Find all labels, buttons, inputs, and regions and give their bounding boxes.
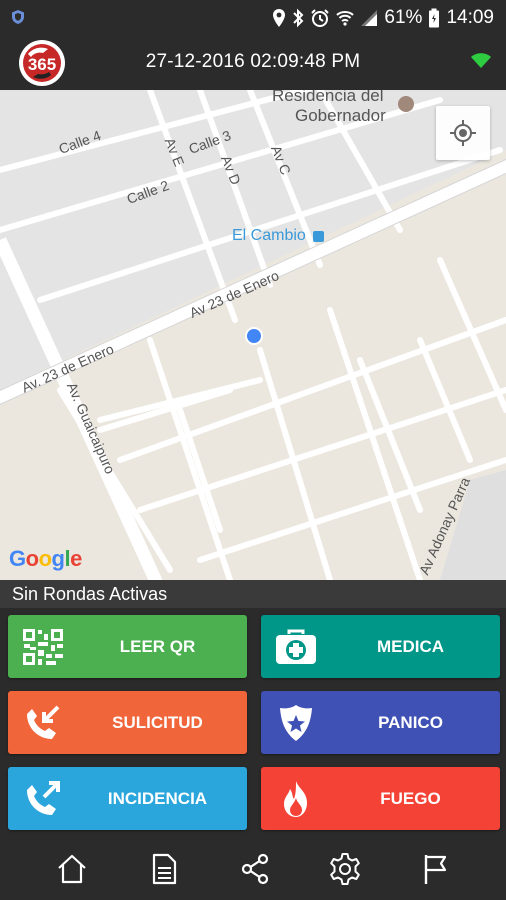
clock-time: 14:09 [446, 7, 494, 28]
status-bar: 61% 14:09 [0, 0, 506, 36]
sulicitud-label: SULICITUD [112, 713, 203, 732]
google-letter: g [51, 546, 65, 571]
action-buttons: LEER QR MEDICA SULICITUD PANICO INCIDENC… [0, 608, 506, 838]
map-label-residencia: Residencia del [272, 90, 384, 105]
sulicitud-button[interactable]: SULICITUD [8, 691, 247, 754]
alarm-icon [311, 9, 330, 27]
app-screen: 61% 14:09 365 27-12-2016 02:09:48 PM Res… [0, 0, 506, 900]
battery-icon [429, 8, 440, 28]
battery-percent: 61% [384, 7, 423, 28]
police-badge-icon [280, 705, 312, 741]
phone-outgoing-icon [27, 781, 60, 815]
map-label-gobernador: Gobernador [295, 106, 386, 125]
leer-qr-button[interactable]: LEER QR [8, 615, 247, 678]
ronda-status: Sin Rondas Activas [0, 580, 506, 608]
panico-label: PANICO [378, 713, 443, 732]
fire-icon [284, 781, 307, 817]
panico-button[interactable]: PANICO [261, 691, 500, 754]
map-label-elcambio: El Cambio [232, 227, 306, 244]
current-datetime: 27-12-2016 02:09:48 PM [145, 51, 361, 72]
incidencia-button[interactable]: INCIDENCIA [8, 767, 247, 830]
incidencia-label: INCIDENCIA [107, 789, 208, 808]
app-header: 365 27-12-2016 02:09:48 PM [0, 36, 506, 90]
home-icon[interactable] [55, 852, 89, 886]
map-streets [0, 90, 506, 580]
share-icon[interactable] [238, 852, 272, 886]
shield-notification-icon [12, 10, 24, 24]
bluetooth-icon [293, 8, 304, 28]
document-icon[interactable] [147, 852, 181, 886]
fuego-label: FUEGO [380, 789, 441, 808]
location-icon [273, 9, 286, 27]
google-letter: o [25, 546, 39, 571]
phone-incoming-icon [27, 705, 60, 739]
bottom-navigation [0, 838, 506, 900]
google-logo: Google [9, 546, 82, 572]
wifi-status-icon [336, 11, 355, 26]
qr-code-icon [23, 629, 63, 665]
leer-qr-label: LEER QR [119, 637, 196, 656]
first-aid-kit-icon [276, 629, 316, 664]
wifi-connected-icon [471, 53, 491, 68]
medica-button[interactable]: MEDICA [261, 615, 500, 678]
google-letter: o [38, 546, 52, 571]
settings-icon[interactable] [328, 852, 362, 886]
my-location-button[interactable] [436, 106, 490, 160]
fuego-button[interactable]: FUEGO [261, 767, 500, 830]
medica-label: MEDICA [376, 637, 445, 656]
status-icons: 61% 14:09 [272, 0, 494, 36]
crosshair-icon [450, 120, 476, 146]
google-letter: e [70, 546, 82, 571]
map-view[interactable]: Residencia del Gobernador Calle 4 Calle … [0, 90, 506, 580]
google-letter: G [9, 546, 26, 571]
flag-icon[interactable] [419, 852, 453, 886]
signal-icon [361, 10, 378, 26]
